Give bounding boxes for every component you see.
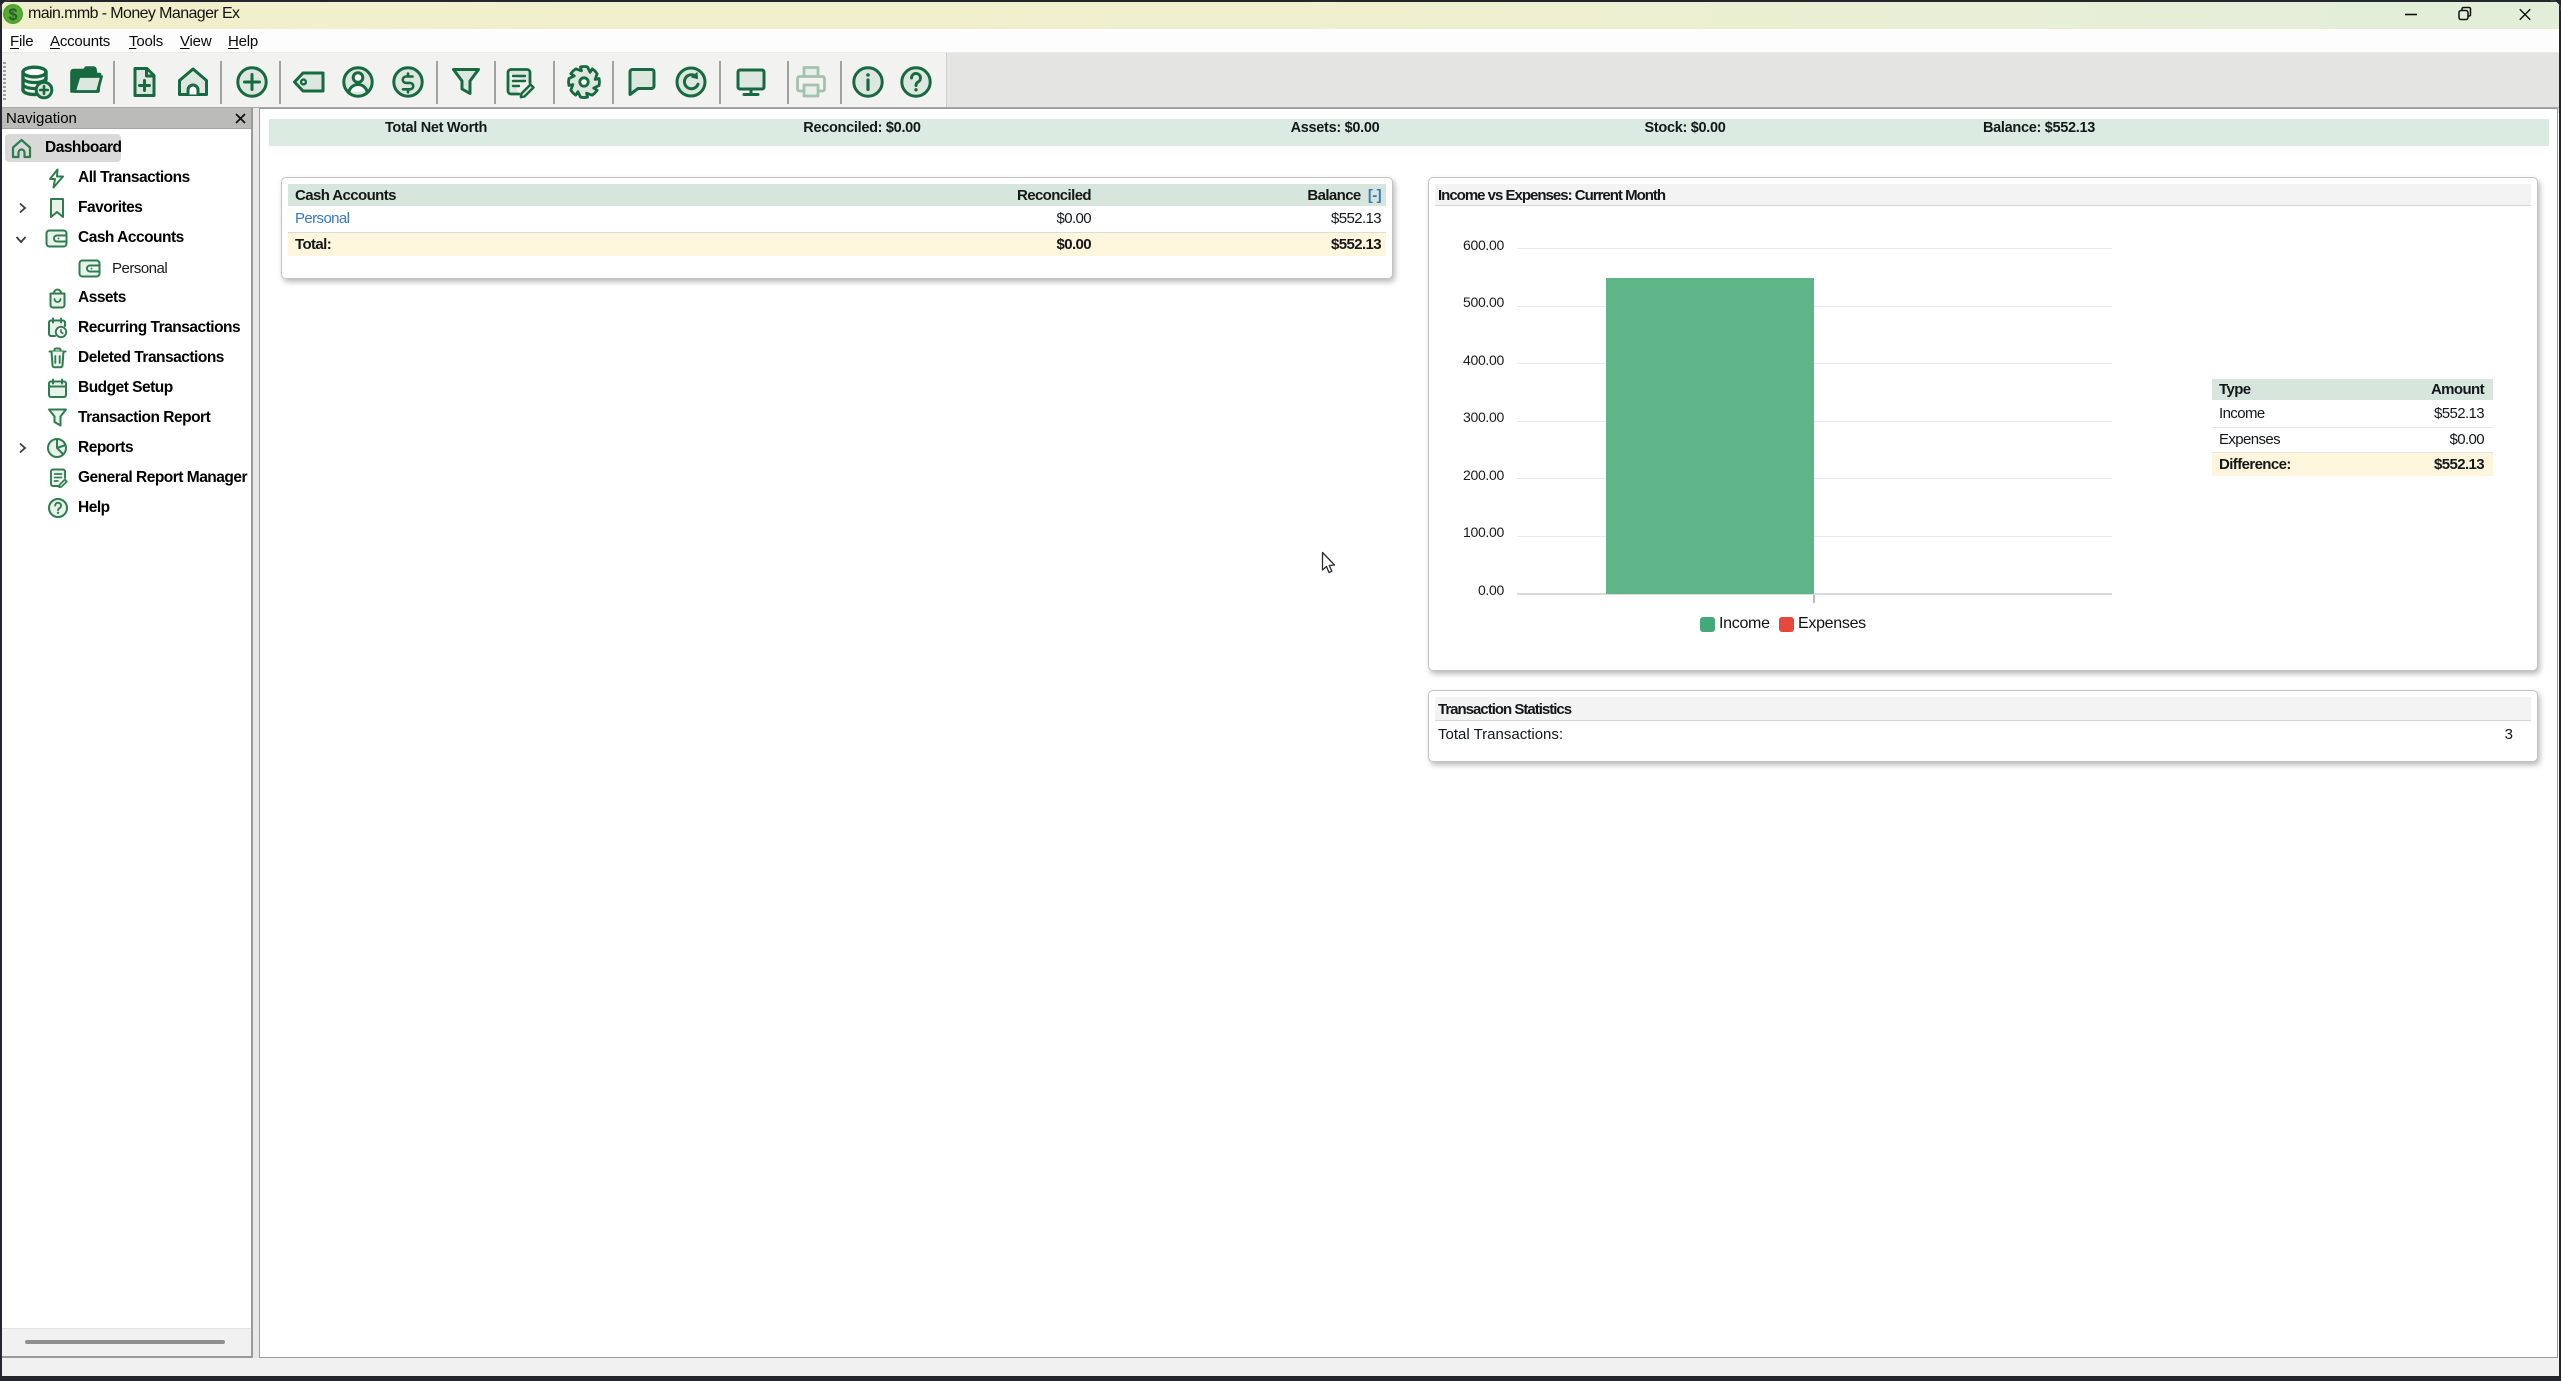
svg-text:$: $ bbox=[8, 6, 17, 24]
